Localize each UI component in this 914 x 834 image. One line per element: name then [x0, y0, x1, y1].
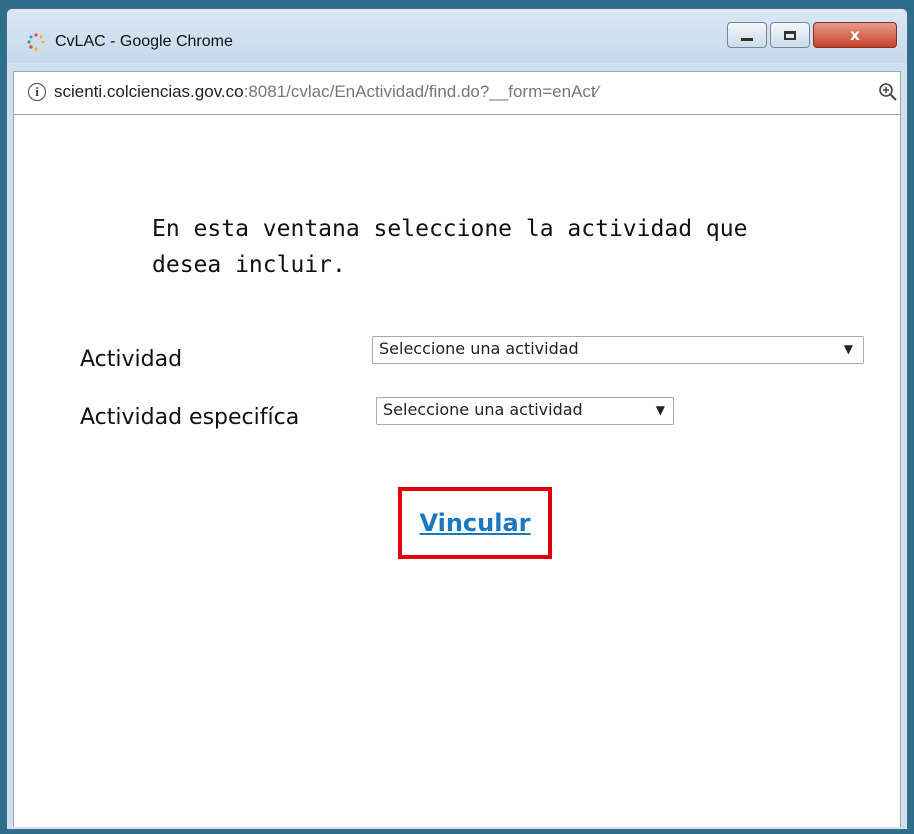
minimize-icon — [741, 37, 753, 41]
title-bar: CvLAC - Google Chrome x — [7, 9, 907, 63]
actividad-select-value: Seleccione una actividad — [379, 339, 579, 358]
close-icon: x — [850, 26, 860, 44]
minimize-button[interactable] — [727, 22, 767, 48]
browser-window: CvLAC - Google Chrome x i scienti.colcie… — [6, 8, 908, 830]
vincular-link[interactable]: Vincular — [419, 509, 530, 537]
dropdown-arrow-icon: ▼ — [843, 342, 853, 356]
intro-text: En esta ventana seleccione la actividad … — [152, 216, 748, 278]
dropdown-arrow-icon: ▼ — [655, 403, 665, 417]
actividad-label: Actividad — [80, 347, 183, 372]
actividad-select[interactable]: Seleccione una actividad ▼ — [372, 336, 864, 364]
page-content: En esta ventana seleccione la actividad … — [13, 115, 901, 827]
window-title: CvLAC - Google Chrome — [55, 33, 233, 50]
maximize-button[interactable] — [770, 22, 810, 48]
address-bar[interactable]: i scienti.colciencias.gov.co:8081/cvlac/… — [13, 71, 901, 115]
zoom-icon[interactable] — [878, 82, 898, 102]
close-button[interactable]: x — [813, 22, 897, 48]
url-text[interactable]: scienti.colciencias.gov.co:8081/cvlac/En… — [54, 82, 864, 102]
info-icon[interactable]: i — [28, 83, 46, 101]
maximize-icon — [784, 30, 796, 40]
actividad-especifica-select[interactable]: Seleccione una actividad ▼ — [376, 397, 674, 425]
url-path: :8081/cvlac/EnActividad/find.do?__form=e… — [243, 82, 599, 101]
url-host: scienti.colciencias.gov.co — [54, 82, 244, 101]
chrome-loading-icon — [27, 33, 45, 51]
actividad-especifica-label: Actividad especifíca — [80, 405, 300, 430]
vincular-highlight: Vincular — [398, 487, 552, 559]
actividad-especifica-select-value: Seleccione una actividad — [383, 400, 583, 419]
